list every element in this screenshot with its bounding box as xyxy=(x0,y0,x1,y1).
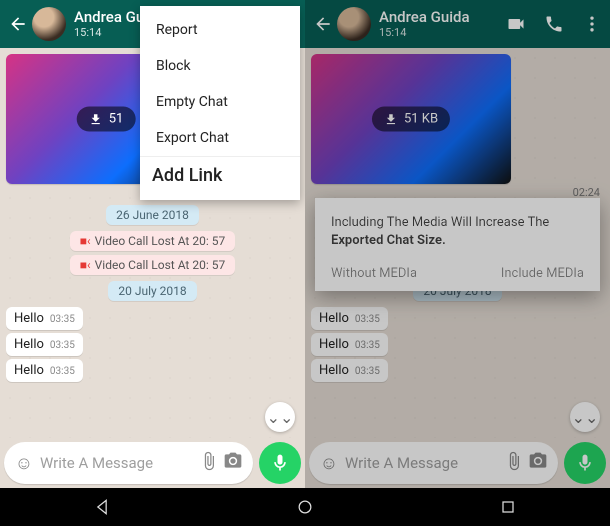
compose-placeholder: Write A Message xyxy=(341,454,502,472)
menu-report[interactable]: Report xyxy=(140,12,300,48)
menu-block[interactable]: Block xyxy=(140,48,300,84)
message-bubble[interactable]: Hello03:35 xyxy=(311,359,388,382)
audio-call-icon[interactable] xyxy=(544,14,564,34)
message-bubble[interactable]: Hello03:35 xyxy=(311,307,388,330)
message-bubble[interactable]: Hello03:35 xyxy=(311,333,388,356)
screen-right: Andrea Guida 15:14 51 KB 02:24 26 June 2… xyxy=(305,0,610,488)
overflow-menu: Report Block Empty Chat Export Chat Add … xyxy=(140,6,300,200)
menu-empty-chat[interactable]: Empty Chat xyxy=(140,84,300,120)
export-chat-dialog: Including The Media Will Increase The Ex… xyxy=(315,198,600,291)
attach-icon[interactable] xyxy=(197,451,221,476)
nav-home[interactable] xyxy=(290,492,320,522)
video-call-icon[interactable] xyxy=(506,14,526,34)
date-separator: 26 June 2018 xyxy=(106,205,199,225)
menu-add-link[interactable]: Add Link xyxy=(140,156,300,194)
message-bubble[interactable]: Hello03:35 xyxy=(6,307,83,330)
back-button[interactable] xyxy=(313,14,333,34)
camera-icon[interactable] xyxy=(221,451,245,476)
composer: ☺ Write A Message xyxy=(4,442,301,484)
without-media-button[interactable]: Without MEDIa xyxy=(331,266,417,281)
download-size: 51 KB xyxy=(404,112,438,127)
include-media-button[interactable]: Include MEDIa xyxy=(501,266,584,281)
back-button[interactable] xyxy=(8,14,28,34)
media-thumbnail[interactable]: 51 KB xyxy=(311,54,511,184)
camera-icon[interactable] xyxy=(526,451,550,476)
download-pill[interactable]: 51 KB xyxy=(372,107,450,132)
menu-export-chat[interactable]: Export Chat xyxy=(140,120,300,156)
screen-left: Andrea Guice 15:14 51 02:24 26 June 2018… xyxy=(0,0,305,488)
app-bar: Andrea Guida 15:14 xyxy=(305,0,610,48)
nav-back[interactable] xyxy=(87,492,117,522)
scroll-to-bottom-button[interactable]: ⌄⌄ xyxy=(265,402,295,432)
more-menu-icon[interactable] xyxy=(582,14,602,34)
contact-subtime: 15:14 xyxy=(379,26,470,39)
missed-call[interactable]: ■‹Video Call Lost At 20: 57 xyxy=(70,231,235,251)
android-navbar xyxy=(0,488,610,526)
video-missed-icon: ■‹ xyxy=(80,234,91,248)
composer: ☺ Write A Message xyxy=(309,442,606,484)
avatar[interactable] xyxy=(32,7,66,41)
mic-button[interactable] xyxy=(564,442,606,484)
compose-input-box[interactable]: ☺ Write A Message xyxy=(4,442,253,484)
nav-recent[interactable] xyxy=(493,492,523,522)
compose-placeholder: Write A Message xyxy=(36,454,197,472)
emoji-icon[interactable]: ☺ xyxy=(12,453,36,474)
contact-name: Andrea Guida xyxy=(379,9,470,26)
compose-input-box[interactable]: ☺ Write A Message xyxy=(309,442,558,484)
scroll-to-bottom-button[interactable]: ⌄⌄ xyxy=(570,402,600,432)
emoji-icon[interactable]: ☺ xyxy=(317,453,341,474)
missed-call[interactable]: ■‹Video Call Lost At 20: 57 xyxy=(70,255,235,275)
avatar[interactable] xyxy=(337,7,371,41)
download-pill[interactable]: 51 xyxy=(77,107,136,132)
message-bubble[interactable]: Hello03:35 xyxy=(6,359,83,382)
message-bubble[interactable]: Hello03:35 xyxy=(6,333,83,356)
attach-icon[interactable] xyxy=(502,451,526,476)
video-missed-icon: ■‹ xyxy=(80,258,91,272)
download-size: 51 xyxy=(109,112,124,127)
mic-button[interactable] xyxy=(259,442,301,484)
contact-info[interactable]: Andrea Guida 15:14 xyxy=(379,9,470,39)
date-separator: 20 July 2018 xyxy=(108,281,196,301)
dialog-text: Including The Media Will Increase The Ex… xyxy=(331,214,584,250)
